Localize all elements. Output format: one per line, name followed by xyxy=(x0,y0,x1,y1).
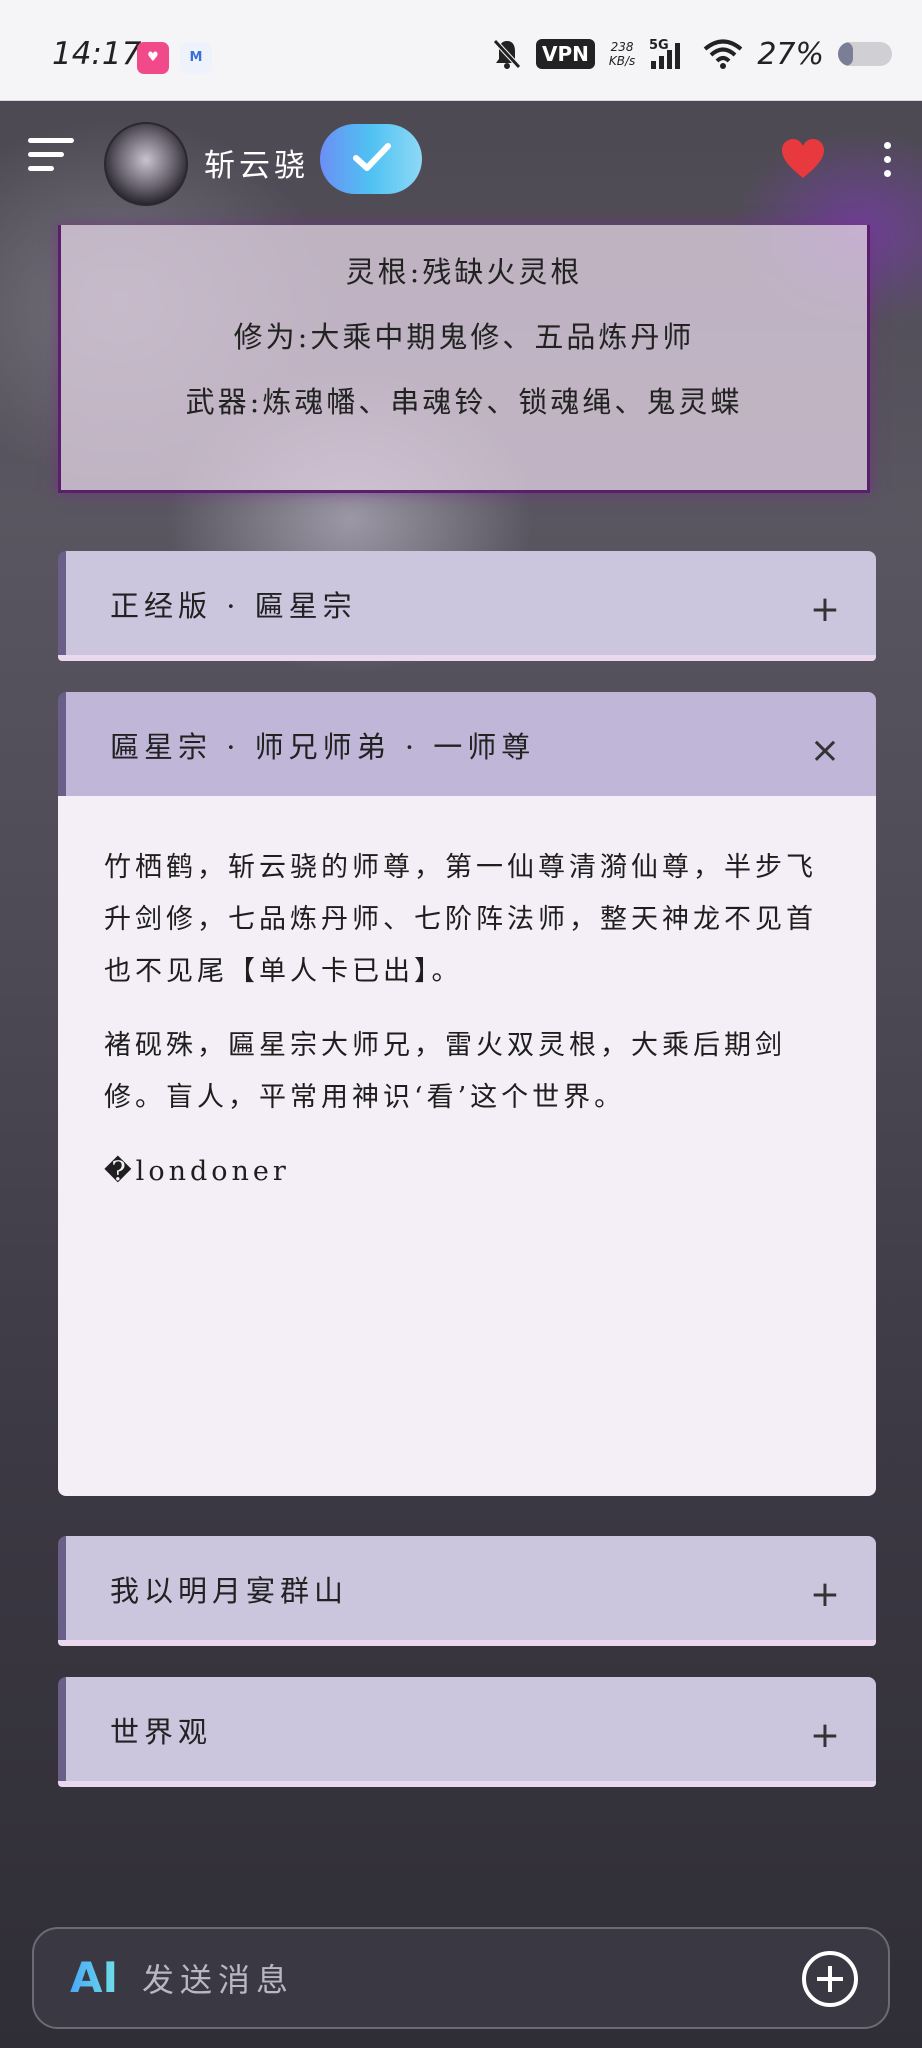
expand-plus-icon[interactable]: + xyxy=(810,1715,840,1756)
ai-icon[interactable]: AI xyxy=(70,1953,118,2002)
menu-icon[interactable] xyxy=(28,138,78,182)
character-description: 褚砚殊，匾星宗大师兄，雷火双灵根，大乘后期剑修。盲人，平常用神识‘看’这个世界。 xyxy=(104,1030,786,1113)
accordion-divider xyxy=(58,1640,876,1646)
accordion-title: 匾星宗 · 师兄师弟 · 一师尊 xyxy=(110,730,536,764)
battery-icon xyxy=(838,42,892,66)
profile-card: 灵根:残缺火灵根 修为:大乘中期鬼修、五品炼丹师 武器:炼魂幡、串魂铃、锁魂绳、… xyxy=(58,225,870,493)
accordion-header[interactable]: 我以明月宴群山 + xyxy=(58,1536,876,1640)
chat-header: 斩云骁 xyxy=(0,100,922,220)
check-icon xyxy=(353,143,391,171)
character-description: 竹栖鹤，斩云骁的师尊，第一仙尊清漪仙尊，半步飞升剑修，七品炼丹师、七阶阵法师，整… xyxy=(104,852,817,987)
cellular-signal-icon: 5G xyxy=(649,38,681,69)
battery-percent: 27% xyxy=(757,36,824,72)
heart-icon[interactable] xyxy=(780,138,826,180)
vpn-badge: VPN xyxy=(536,39,595,69)
mute-icon xyxy=(493,39,521,69)
accordion-title: 世界观 xyxy=(110,1715,213,1749)
accordion-header[interactable]: 世界观 + xyxy=(58,1677,876,1781)
accordion-divider xyxy=(58,655,876,661)
character-description: �londoner xyxy=(104,1156,290,1187)
status-bar: 14:17 ♥ M VPN 238 KB/s 5G 27% xyxy=(0,0,922,101)
profile-line: 修为:大乘中期鬼修、五品炼丹师 xyxy=(233,320,695,354)
avatar[interactable] xyxy=(104,122,188,206)
accordion-header[interactable]: 正经版 · 匾星宗 + xyxy=(58,551,876,655)
status-icons: VPN 238 KB/s 5G 27% xyxy=(492,32,892,76)
accordion-title: 正经版 · 匾星宗 xyxy=(110,589,357,623)
network-speed: 238 KB/s xyxy=(608,40,636,68)
profile-line: 武器:炼魂幡、串魂铃、锁魂绳、鬼灵蝶 xyxy=(185,385,743,419)
accordion-title: 我以明月宴群山 xyxy=(110,1574,349,1608)
collapse-close-icon[interactable]: × xyxy=(810,730,840,771)
accordion-content: 竹栖鹤，斩云骁的师尊，第一仙尊清漪仙尊，半步飞升剑修，七品炼丹师、七阶阵法师，整… xyxy=(58,796,876,1496)
expand-plus-icon[interactable]: + xyxy=(810,1574,840,1615)
profile-line: 灵根:残缺火灵根 xyxy=(345,255,583,289)
network-type: 5G xyxy=(649,38,669,53)
more-options-icon[interactable] xyxy=(884,142,894,184)
m-app-icon: M xyxy=(180,42,212,74)
verified-button[interactable] xyxy=(320,124,422,194)
message-input[interactable] xyxy=(140,1951,784,2009)
wifi-icon xyxy=(704,39,743,69)
add-attachment-icon[interactable] xyxy=(802,1951,858,2007)
character-name[interactable]: 斩云骁 xyxy=(204,140,309,185)
lofter-app-icon: ♥ xyxy=(137,42,169,74)
accordion-header[interactable]: 匾星宗 · 师兄师弟 · 一师尊 × xyxy=(58,692,876,796)
accordion-divider xyxy=(58,1781,876,1787)
expand-plus-icon[interactable]: + xyxy=(810,589,840,630)
message-input-bar: AI xyxy=(32,1927,890,2029)
status-time: 14:17 xyxy=(52,36,142,72)
